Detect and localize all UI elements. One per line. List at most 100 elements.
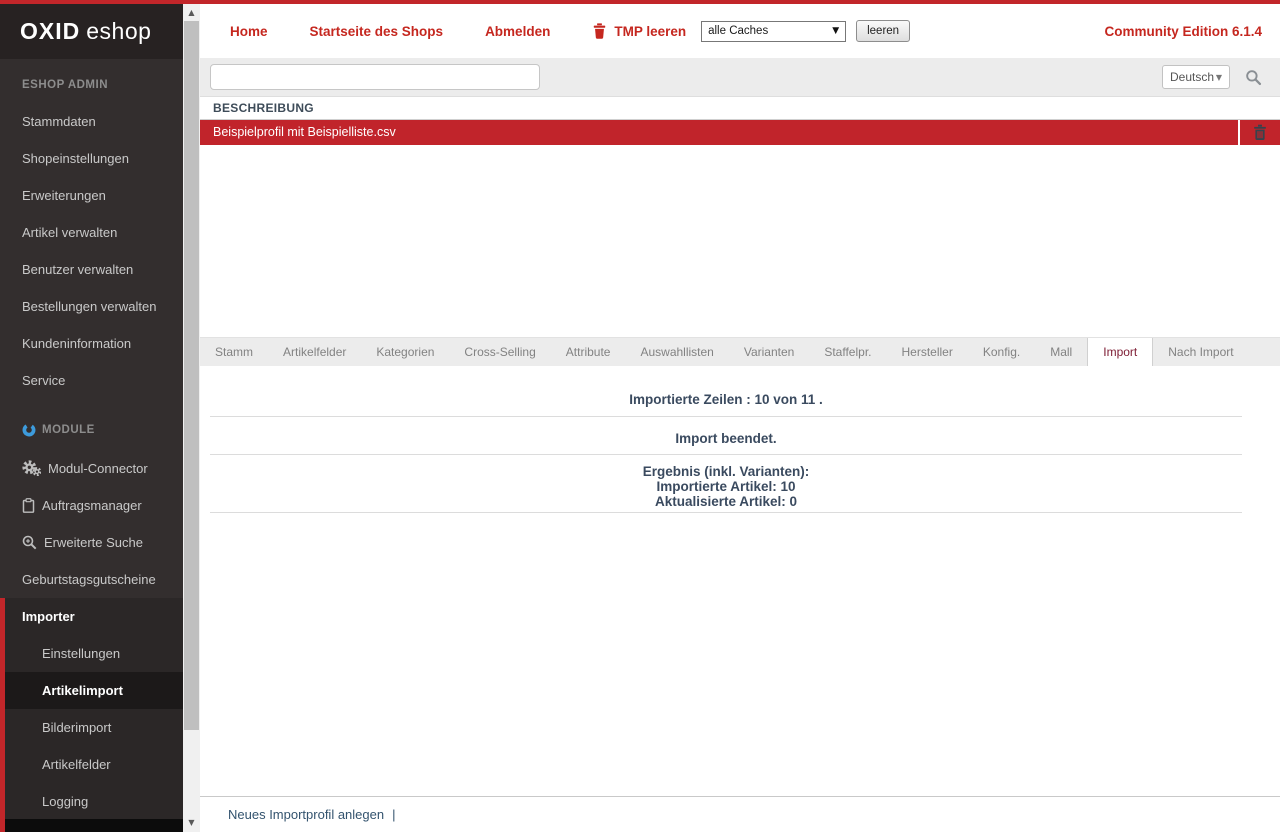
- sidebar-item-label: Bestellungen verwalten: [22, 299, 156, 314]
- tab-artikelfelder[interactable]: Artikelfelder: [268, 338, 361, 366]
- tab-import[interactable]: Import: [1087, 338, 1153, 366]
- edition-label: Community Edition 6.1.4: [1104, 24, 1262, 39]
- main-area: Home Startseite des Shops Abmelden TMP l…: [200, 4, 1280, 832]
- sidebar-item-label: Erweiterungen: [22, 188, 106, 203]
- home-link[interactable]: Home: [230, 24, 268, 39]
- sidebar-group-importer: Importer Einstellungen Artikelimport Bil…: [0, 598, 183, 820]
- sidebar-item-stammdaten[interactable]: Stammdaten: [0, 103, 183, 140]
- bottom-action-bar: Neues Importprofil anlegen |: [200, 796, 1280, 832]
- sidebar-nav: ESHOP ADMIN Stammdaten Shopeinstellungen…: [0, 59, 183, 820]
- sidebar: OXID eshop ESHOP ADMIN Stammdaten Shopei…: [0, 4, 183, 820]
- sidebar-item-label: Logging: [42, 794, 88, 809]
- import-finished-message: Import beendet.: [210, 417, 1242, 454]
- tab-attribute[interactable]: Attribute: [551, 338, 626, 366]
- new-import-profile-link[interactable]: Neues Importprofil anlegen: [228, 807, 384, 822]
- language-select[interactable]: Deutsch ▼: [1162, 65, 1230, 89]
- search-plus-icon: [22, 535, 37, 550]
- delete-profile-button[interactable]: [1240, 120, 1280, 145]
- sidebar-subitem-logging[interactable]: Logging: [5, 783, 183, 820]
- sidebar-subitem-artikelfelder[interactable]: Artikelfelder: [5, 746, 183, 783]
- trash-icon: [592, 23, 607, 39]
- sidebar-header-eshop-admin: ESHOP ADMIN: [0, 65, 183, 103]
- tab-nach-import[interactable]: Nach Import: [1153, 338, 1248, 366]
- tab-hersteller[interactable]: Hersteller: [887, 338, 968, 366]
- tab-varianten[interactable]: Varianten: [729, 338, 809, 366]
- tab-stamm[interactable]: Stamm: [200, 338, 268, 366]
- import-profile-row[interactable]: Beispielprofil mit Beispielliste.csv: [200, 120, 1238, 145]
- sidebar-item-bestellungen-verwalten[interactable]: Bestellungen verwalten: [0, 288, 183, 325]
- list-column-header: BESCHREIBUNG: [200, 97, 1280, 120]
- separator: [210, 512, 1242, 513]
- sidebar-item-label: Service: [22, 373, 65, 388]
- sidebar-item-artikel-verwalten[interactable]: Artikel verwalten: [0, 214, 183, 251]
- tab-bar: Stamm Artikelfelder Kategorien Cross-Sel…: [200, 337, 1280, 366]
- chevron-down-icon: ▼: [1216, 73, 1222, 82]
- result-imported-count: Importierte Artikel: 10: [210, 479, 1242, 494]
- sidebar-item-benutzer-verwalten[interactable]: Benutzer verwalten: [0, 251, 183, 288]
- search-icon: [1245, 69, 1262, 86]
- cache-select[interactable]: alle Caches ▼: [701, 21, 846, 42]
- search-toolbar: Deutsch ▼: [200, 58, 1280, 97]
- top-accent-bar: [0, 0, 1280, 4]
- sidebar-item-label: Artikelimport: [42, 683, 123, 698]
- sidebar-item-label: Erweiterte Suche: [44, 535, 143, 550]
- language-select-value: Deutsch: [1170, 70, 1214, 84]
- sidebar-item-geburtstagsgutscheine[interactable]: Geburtstagsgutscheine: [0, 561, 183, 598]
- scroll-up-icon[interactable]: ▲: [183, 6, 200, 20]
- imported-rows-message: Importierte Zeilen : 10 von 11 .: [210, 366, 1242, 416]
- sidebar-item-label: Stammdaten: [22, 114, 96, 129]
- clipboard-icon: [22, 498, 35, 513]
- sidebar-item-label: Importer: [22, 609, 75, 624]
- gears-icon: [22, 460, 41, 476]
- chevron-down-icon: ▼: [832, 26, 839, 36]
- sidebar-item-label: Modul-Connector: [48, 461, 148, 476]
- scrollbar-thumb[interactable]: [184, 21, 199, 730]
- import-result-summary: Ergebnis (inkl. Varianten): Importierte …: [210, 455, 1242, 512]
- clear-cache-button[interactable]: leeren: [856, 20, 910, 42]
- sidebar-subitem-einstellungen[interactable]: Einstellungen: [5, 635, 183, 672]
- sidebar-item-erweiterungen[interactable]: Erweiterungen: [0, 177, 183, 214]
- result-title: Ergebnis (inkl. Varianten):: [210, 464, 1242, 479]
- sidebar-item-service[interactable]: Service: [0, 362, 183, 399]
- table-row: Beispielprofil mit Beispielliste.csv: [200, 120, 1280, 145]
- top-navigation: Home Startseite des Shops Abmelden TMP l…: [200, 4, 1280, 58]
- tab-auswahllisten[interactable]: Auswahllisten: [625, 338, 728, 366]
- sidebar-item-label: Shopeinstellungen: [22, 151, 129, 166]
- result-updated-count: Aktualisierte Artikel: 0: [210, 494, 1242, 509]
- cache-select-value: alle Caches: [708, 25, 768, 37]
- sidebar-item-kundeninformation[interactable]: Kundeninformation: [0, 325, 183, 362]
- sidebar-item-label: Bilderimport: [42, 720, 111, 735]
- sidebar-item-erweiterte-suche[interactable]: Erweiterte Suche: [0, 524, 183, 561]
- logout-link[interactable]: Abmelden: [485, 24, 550, 39]
- search-input[interactable]: [210, 64, 540, 90]
- tab-konfig[interactable]: Konfig.: [968, 338, 1035, 366]
- search-button[interactable]: [1245, 69, 1262, 86]
- module-header-label: MODULE: [42, 424, 95, 436]
- sidebar-bottom-strip: [0, 819, 183, 832]
- sidebar-item-label: Benutzer verwalten: [22, 262, 133, 277]
- sidebar-item-shopeinstellungen[interactable]: Shopeinstellungen: [0, 140, 183, 177]
- sidebar-item-modul-connector[interactable]: Modul-Connector: [0, 449, 183, 487]
- empty-space: [200, 145, 1280, 337]
- sidebar-item-label: Kundeninformation: [22, 336, 131, 351]
- tab-kategorien[interactable]: Kategorien: [361, 338, 449, 366]
- scroll-down-icon[interactable]: ▼: [183, 816, 200, 830]
- sidebar-scrollbar[interactable]: ▲ ▼: [183, 4, 200, 832]
- shop-frontpage-link[interactable]: Startseite des Shops: [310, 24, 444, 39]
- sidebar-item-label: Einstellungen: [42, 646, 120, 661]
- sidebar-item-label: Auftragsmanager: [42, 498, 142, 513]
- sidebar-subitem-artikelimport[interactable]: Artikelimport: [5, 672, 183, 709]
- oxid-eshop-logo: OXID eshop: [0, 4, 183, 59]
- sidebar-item-auftragsmanager[interactable]: Auftragsmanager: [0, 487, 183, 524]
- tab-mall[interactable]: Mall: [1035, 338, 1087, 366]
- sidebar-header-module: MODULE: [0, 409, 183, 449]
- tab-staffelpr[interactable]: Staffelpr.: [809, 338, 886, 366]
- logo-text-light: eshop: [86, 18, 151, 45]
- module-icon: [22, 423, 36, 437]
- footer-separator: |: [392, 807, 395, 822]
- sidebar-item-label: Artikel verwalten: [22, 225, 117, 240]
- tab-cross-selling[interactable]: Cross-Selling: [449, 338, 550, 366]
- sidebar-subitem-bilderimport[interactable]: Bilderimport: [5, 709, 183, 746]
- sidebar-item-importer[interactable]: Importer: [5, 598, 183, 635]
- tmp-clear-link[interactable]: TMP leeren: [592, 23, 686, 39]
